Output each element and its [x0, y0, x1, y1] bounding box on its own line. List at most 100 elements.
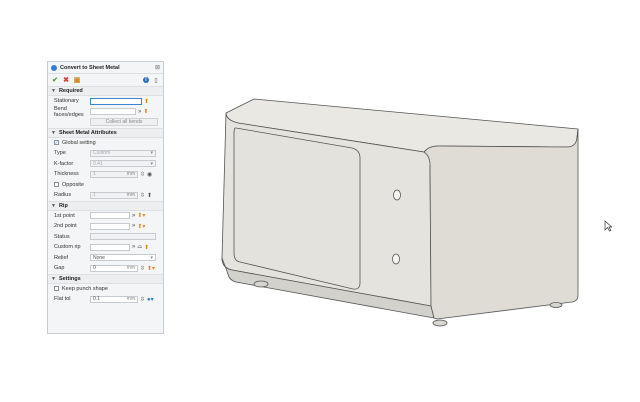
pick-filter-icon[interactable]: ⬆: [144, 98, 149, 105]
collapse-arrow-icon: ▼: [51, 202, 56, 209]
measure-icon[interactable]: ◉: [147, 171, 152, 178]
section-title: Settings: [58, 275, 81, 282]
global-row: ✓ Global setting: [48, 138, 163, 149]
chevron-down-icon: ▾: [150, 254, 153, 261]
kfactor-field[interactable]: 0.41 ▾: [90, 160, 156, 168]
convert-sheet-metal-panel: Convert to Sheet Metal ⊠ ✔ ✖ ▣ i ▯ ▼ Req…: [47, 61, 164, 334]
expand-icon[interactable]: »: [132, 213, 135, 219]
section-rip[interactable]: ▼ Rip: [48, 200, 163, 211]
section-attributes[interactable]: ▼ Sheet Metal Attributes: [48, 127, 163, 138]
keep-punch-label: Keep punch shape: [62, 285, 108, 292]
mouse-cursor-icon: [604, 220, 612, 232]
spinner-icon[interactable]: ⇳: [140, 296, 145, 303]
relief-select[interactable]: None ▾: [90, 254, 156, 262]
front-face: [221, 112, 432, 307]
relief-label: Relief: [54, 254, 69, 261]
relief-row: Relief None ▾: [48, 253, 163, 264]
type-select[interactable]: Custom ▾: [90, 149, 156, 157]
collect-all-bends-button[interactable]: Collect all bends: [90, 118, 158, 127]
hole-upper: [393, 189, 401, 201]
second-point-label: 2nd point: [54, 223, 77, 230]
radius-label: Radius: [54, 192, 72, 199]
custom-rip-label: Custom rip: [54, 244, 81, 251]
bend-row: Bend faces/edges » ⬆: [48, 105, 163, 118]
pick-filter-icon[interactable]: ⬆▾: [147, 265, 155, 272]
first-point-row: 1st point » ⬆▾: [48, 211, 163, 222]
measure-icon[interactable]: ●▾: [147, 296, 154, 303]
chevron-down-icon: ▾: [150, 150, 153, 157]
opposite-checkbox[interactable]: [54, 182, 59, 188]
save-button[interactable]: ▣: [73, 76, 81, 84]
pick-filter-icon[interactable]: ⬆: [147, 192, 152, 199]
box-model[interactable]: [221, 98, 579, 327]
radius-field[interactable]: 1 mm: [90, 191, 138, 199]
radius-row: Radius 1 mm ⇳ ⬆: [48, 190, 163, 201]
first-point-label: 1st point: [54, 212, 75, 219]
collapse-arrow-icon: ▼: [51, 129, 56, 136]
top-face: [225, 98, 579, 153]
type-label: Type: [54, 150, 66, 157]
bend-label: Bend faces/edges: [54, 105, 84, 118]
cancel-button[interactable]: ✖: [62, 76, 70, 84]
more-icon[interactable]: ▯: [152, 76, 160, 84]
thickness-row: Thickness 1 mm ⇳ ◉: [48, 169, 163, 180]
opposite-label: Opposite: [62, 181, 85, 188]
collapse-arrow-icon: ▼: [51, 275, 56, 282]
foot-front-right: [432, 319, 448, 327]
expand-icon[interactable]: »: [132, 223, 135, 229]
access-panel: [233, 127, 361, 290]
keep-punch-checkbox[interactable]: [54, 286, 59, 292]
foot-back-right: [549, 302, 563, 308]
panel-titlebar: Convert to Sheet Metal ⊠: [48, 62, 163, 74]
type-row: Type Custom ▾: [48, 148, 163, 159]
hole-lower: [392, 253, 400, 265]
close-icon[interactable]: ⊠: [155, 64, 160, 71]
expand-icon[interactable]: »: [132, 244, 135, 250]
ok-button[interactable]: ✔: [51, 76, 59, 84]
bend-field[interactable]: [90, 108, 136, 116]
second-point-row: 2nd point » ⬆▾: [48, 221, 163, 232]
sheet-metal-icon: [51, 64, 57, 71]
front-bottom-lip: [221, 257, 435, 319]
spinner-icon[interactable]: ⇳: [140, 171, 145, 178]
top-edge-highlight: [423, 151, 431, 166]
pick-filter-icon[interactable]: ⬆▾: [137, 212, 145, 219]
spinner-icon[interactable]: ⇳: [140, 192, 145, 199]
pick-filter-icon[interactable]: ⬆: [143, 108, 148, 115]
gap-label: Gap: [54, 265, 65, 272]
stationary-field[interactable]: [90, 97, 142, 105]
sketch-icon[interactable]: ⌓: [137, 244, 142, 251]
global-setting-label: Global setting: [62, 139, 96, 146]
flat-tol-field[interactable]: 0.1 mm: [90, 295, 138, 303]
custom-rip-row: Custom rip » ⌓ ⬆: [48, 242, 163, 253]
status-field: [90, 233, 156, 241]
status-label: Status: [54, 233, 70, 240]
stationary-label: Stationary: [54, 98, 79, 105]
info-icon[interactable]: i: [143, 77, 149, 83]
second-point-field[interactable]: [90, 222, 130, 230]
kfactor-row: K-factor 0.41 ▾: [48, 159, 163, 170]
collapse-arrow-icon: ▼: [51, 88, 56, 94]
gap-field[interactable]: 0 mm: [90, 264, 138, 272]
section-title: Required: [58, 88, 83, 94]
foot-front-left: [253, 280, 269, 288]
global-setting-checkbox[interactable]: ✓: [54, 140, 59, 146]
gap-row: Gap 0 mm ⇳ ⬆▾: [48, 263, 163, 274]
section-title: Rip: [58, 202, 68, 209]
custom-rip-field[interactable]: [90, 243, 130, 251]
expand-icon[interactable]: »: [138, 109, 141, 115]
opposite-row: Opposite: [48, 180, 163, 191]
status-row: Status: [48, 232, 163, 243]
section-settings[interactable]: ▼ Settings: [48, 273, 163, 284]
spinner-icon[interactable]: ⇳: [140, 265, 145, 272]
collect-row: Collect all bends: [48, 117, 163, 128]
chevron-down-icon: ▾: [150, 160, 153, 167]
thickness-field[interactable]: 1 mm: [90, 170, 138, 178]
section-required[interactable]: ▼ Required: [48, 86, 163, 96]
first-point-field[interactable]: [90, 212, 130, 220]
keep-punch-row: Keep punch shape: [48, 284, 163, 295]
section-title: Sheet Metal Attributes: [58, 129, 117, 136]
pick-filter-icon[interactable]: ⬆▾: [137, 223, 145, 230]
flat-tol-row: Flat tol 0.1 mm ⇳ ●▾: [48, 294, 163, 305]
pick-filter-icon[interactable]: ⬆: [144, 244, 149, 251]
